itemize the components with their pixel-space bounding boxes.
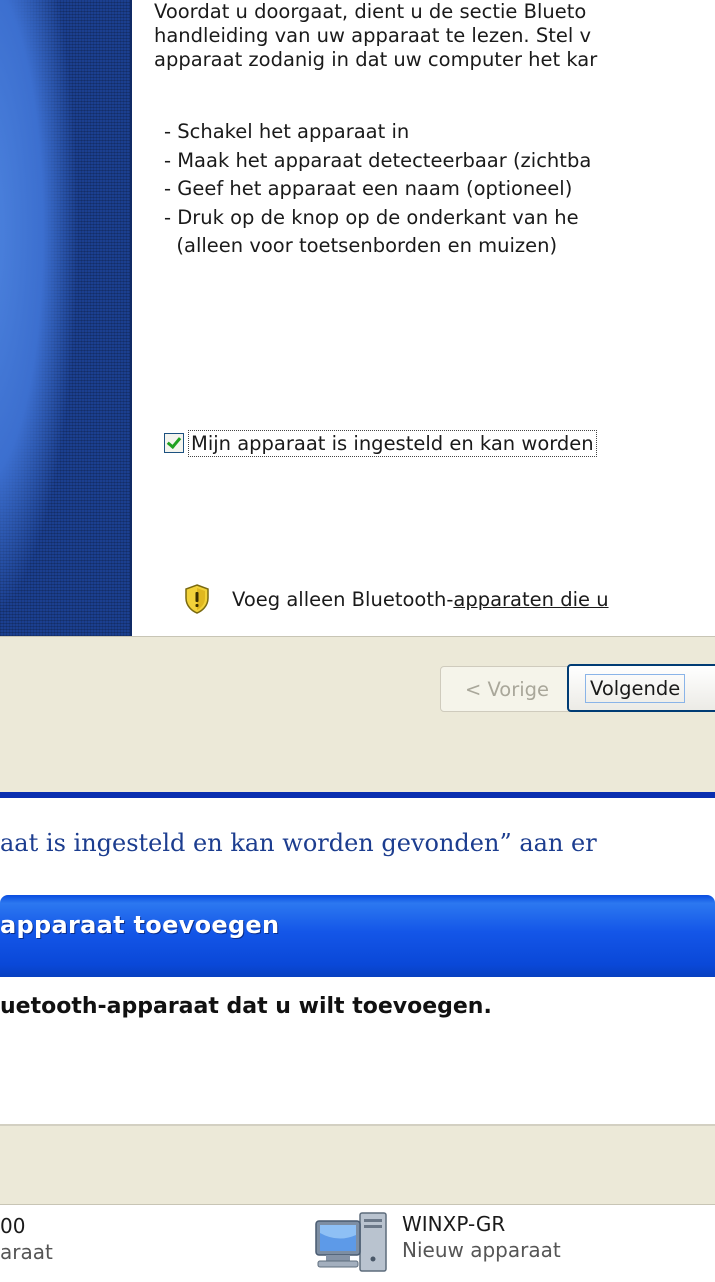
next-button-label: Volgende: [585, 673, 686, 703]
intro-line: apparaat zodanig in dat uw computer het …: [154, 48, 598, 71]
device-ready-checkbox-row[interactable]: Mijn apparaat is ingesteld en kan worden: [164, 428, 597, 458]
document-caption: aat is ingesteld en kan worden gevonden”…: [0, 829, 597, 857]
device-status: Nieuw apparaat: [402, 1238, 561, 1262]
window-bottom-border: [0, 792, 715, 798]
device-status: araat: [0, 1240, 53, 1264]
security-warning-text: Voeg alleen Bluetooth-apparaten die u: [232, 588, 609, 611]
device-list-item[interactable]: WINXP-GR Nieuw apparaat: [312, 1211, 561, 1273]
setup-step: - Schakel het apparaat in: [164, 120, 410, 143]
wizard-side-banner: [0, 0, 132, 636]
intro-line: handleiding van uw apparaat te lezen. St…: [154, 24, 591, 47]
wizard-button-bar: [0, 636, 715, 797]
window-title-bar: apparaat toevoegen: [0, 895, 715, 977]
bluetooth-wizard-step: Voordat u doorgaat, dient u de sectie Bl…: [0, 0, 715, 798]
add-device-wizard: apparaat toevoegen uetooth-apparaat dat …: [0, 895, 715, 1282]
computer-icon: [315, 1212, 387, 1272]
next-button[interactable]: Volgende: [567, 664, 715, 712]
security-warning-prefix: Voeg alleen Bluetooth-: [232, 587, 454, 611]
security-warning-link[interactable]: apparaten die u: [453, 588, 608, 611]
window-title: apparaat toevoegen: [0, 911, 280, 939]
device-name: 00: [0, 1214, 26, 1238]
previous-button[interactable]: < Vorige: [440, 666, 574, 712]
device-list: 00 araat WINXP-GR Nieuw apparaat: [0, 1205, 715, 1282]
setup-step: (alleen voor toetsenborden en muizen): [164, 234, 558, 257]
wizard-separator-area: [0, 1126, 715, 1205]
device-ready-checkbox-label[interactable]: Mijn apparaat is ingesteld en kan worden: [188, 429, 597, 457]
wizard-header: uetooth-apparaat dat u wilt toevoegen.: [0, 977, 715, 1126]
setup-step: - Maak het apparaat detecteerbaar (zicht…: [164, 148, 592, 172]
security-warning: Voeg alleen Bluetooth-apparaten die u: [184, 584, 609, 614]
previous-button-label: < Vorige: [464, 677, 550, 701]
intro-text: Voordat u doorgaat, dient u de sectie Bl…: [154, 0, 715, 72]
wizard-header-text: uetooth-apparaat dat u wilt toevoegen.: [0, 994, 492, 1019]
device-name: WINXP-GR: [402, 1212, 506, 1236]
setup-steps-list: - Schakel het apparaat in - Maak het app…: [164, 118, 591, 261]
security-shield-icon: [185, 584, 209, 614]
device-ready-checkbox[interactable]: [164, 433, 184, 453]
intro-line: Voordat u doorgaat, dient u de sectie Bl…: [154, 0, 587, 23]
setup-step: - Geef het apparaat een naam (optioneel): [164, 177, 573, 200]
device-list-item[interactable]: 00 araat: [0, 1213, 53, 1265]
setup-step: - Druk op de knop op de onderkant van he: [164, 205, 579, 229]
